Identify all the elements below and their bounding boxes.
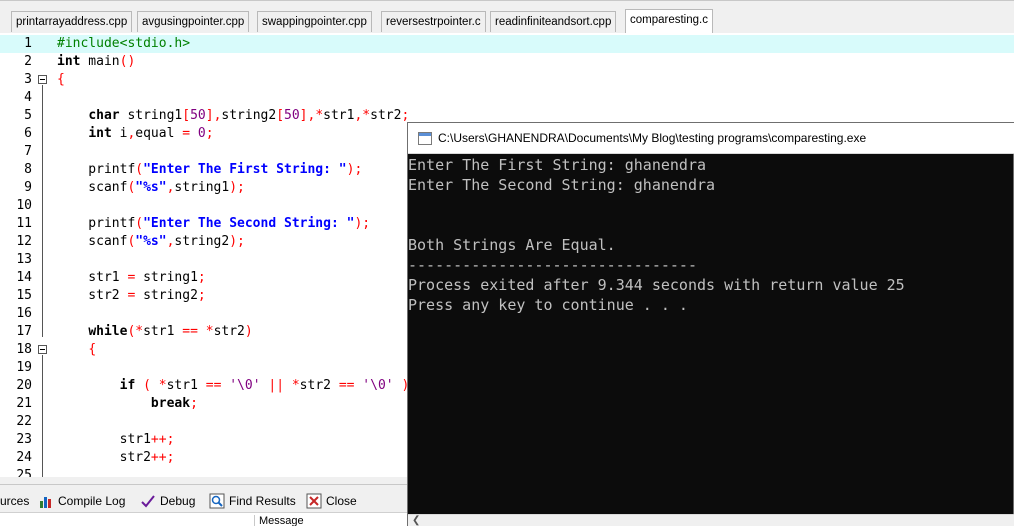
line-number[interactable]: 11 — [0, 215, 32, 233]
console-line: Enter The Second String: ghanendra — [408, 176, 716, 194]
fold-guide-line — [42, 355, 43, 477]
console-app-icon — [418, 132, 432, 145]
code-line[interactable]: 4 — [0, 89, 1014, 107]
fold-guide-line — [42, 85, 43, 337]
line-number[interactable]: 8 — [0, 161, 32, 179]
tab-resources[interactable]: urces — [0, 490, 29, 511]
console-title: C:\Users\GHANENDRA\Documents\My Blog\tes… — [438, 131, 867, 145]
scrollbar-thumb[interactable] — [426, 517, 998, 525]
fold-toggle-icon[interactable] — [38, 75, 47, 84]
code-text[interactable]: int main() — [57, 53, 135, 71]
line-number[interactable]: 6 — [0, 125, 32, 143]
code-text[interactable]: #include<stdio.h> — [57, 35, 190, 53]
line-number[interactable]: 14 — [0, 269, 32, 287]
tab-readinfiniteandsort[interactable]: readinfiniteandsort.cpp — [490, 11, 617, 32]
line-number[interactable]: 21 — [0, 395, 32, 413]
tab-find-results-label: Find Results — [229, 493, 296, 508]
line-number[interactable]: 15 — [0, 287, 32, 305]
tab-compile-log-label: Compile Log — [58, 493, 126, 508]
code-text[interactable]: break; — [57, 395, 198, 413]
line-number[interactable]: 24 — [0, 449, 32, 467]
tab-printarrayaddress[interactable]: printarrayaddress.cpp — [11, 11, 133, 32]
line-number[interactable]: 17 — [0, 323, 32, 341]
tab-avgusingpointer[interactable]: avgusingpointer.cpp — [137, 11, 250, 32]
console-title-bar[interactable]: C:\Users\GHANENDRA\Documents\My Blog\tes… — [408, 123, 1014, 154]
console-output: Enter The First String: ghanendra Enter T… — [408, 155, 1014, 515]
line-number[interactable]: 9 — [0, 179, 32, 197]
code-text[interactable]: int i,equal = 0; — [57, 125, 213, 143]
line-number[interactable]: 22 — [0, 413, 32, 431]
code-line[interactable]: 2 int main() — [0, 53, 1014, 71]
tab-close[interactable]: Close — [306, 490, 357, 511]
line-number[interactable]: 10 — [0, 197, 32, 215]
code-text[interactable]: char string1[50],string2[50],*str1,*str2… — [57, 107, 409, 125]
line-number[interactable]: 25 — [0, 467, 32, 477]
console-horizontal-scrollbar[interactable]: ❮ — [408, 514, 1014, 526]
console-line: -------------------------------- — [408, 256, 697, 274]
code-text[interactable]: { — [57, 71, 65, 89]
code-text[interactable]: str2 = string2; — [57, 287, 205, 305]
code-text[interactable]: printf("Enter The First String: "); — [57, 161, 362, 179]
code-text[interactable]: str1++; — [57, 431, 175, 449]
code-text[interactable]: while(*str1 == *str2) — [57, 323, 252, 341]
tab-debug[interactable]: Debug — [140, 490, 195, 511]
line-number[interactable]: 12 — [0, 233, 32, 251]
line-number[interactable]: 2 — [0, 53, 32, 71]
line-number[interactable]: 1 — [0, 35, 32, 53]
tab-reversestrpointer[interactable]: reversestrpointer.c — [381, 11, 486, 32]
tab-bar-border — [0, 0, 1014, 1]
message-panel-header: Message — [0, 512, 410, 526]
console-line: Press any key to continue . . . — [408, 296, 688, 314]
tab-comparesting[interactable]: comparesting.c — [625, 9, 713, 33]
tab-find-results[interactable]: Find Results — [209, 490, 296, 511]
line-number[interactable]: 4 — [0, 89, 32, 107]
message-column-header[interactable]: Message — [254, 515, 304, 526]
tab-debug-label: Debug — [160, 493, 196, 508]
code-text[interactable]: scanf("%s",string2); — [57, 233, 245, 251]
fold-toggle-icon[interactable] — [38, 345, 47, 354]
scroll-left-arrow-icon[interactable]: ❮ — [412, 515, 420, 526]
line-number[interactable]: 16 — [0, 305, 32, 323]
line-number[interactable]: 18 — [0, 341, 32, 359]
console-window[interactable]: C:\Users\GHANENDRA\Documents\My Blog\tes… — [407, 122, 1014, 526]
debug-check-icon — [141, 494, 155, 507]
find-results-icon — [209, 493, 225, 508]
code-line[interactable]: 3{ — [0, 71, 1014, 89]
line-number[interactable]: 13 — [0, 251, 32, 269]
code-text[interactable]: { — [57, 341, 96, 359]
console-line: Enter The First String: ghanendra — [408, 156, 707, 174]
code-line[interactable]: 1 #include<stdio.h> — [0, 35, 1014, 53]
line-number[interactable]: 20 — [0, 377, 32, 395]
close-icon — [306, 493, 322, 508]
console-line: Process exited after 9.344 seconds with … — [408, 276, 905, 294]
tab-close-label: Close — [326, 493, 357, 508]
line-number[interactable]: 5 — [0, 107, 32, 125]
line-number[interactable]: 7 — [0, 143, 32, 161]
bottom-panel-tabs: urces Compile Log Debug Find Results Clo… — [0, 484, 410, 512]
console-line: Both Strings Are Equal. — [408, 236, 616, 254]
compile-log-icon — [40, 496, 51, 508]
line-number[interactable]: 19 — [0, 359, 32, 377]
tab-compile-log[interactable]: Compile Log — [38, 490, 125, 511]
tab-resources-label: urces — [0, 493, 30, 508]
line-number[interactable]: 23 — [0, 431, 32, 449]
tab-swappingpointer[interactable]: swappingpointer.cpp — [257, 11, 372, 32]
code-text[interactable]: if ( *str1 == '\0' || *str2 == '\0' ) — [57, 377, 410, 395]
code-text[interactable]: scanf("%s",string1); — [57, 179, 245, 197]
code-text[interactable]: printf("Enter The Second String: "); — [57, 215, 370, 233]
code-text[interactable]: str1 = string1; — [57, 269, 205, 287]
code-text[interactable]: str2++; — [57, 449, 175, 467]
editor-tab-bar: printarrayaddress.cpp avgusingpointer.cp… — [0, 0, 1014, 33]
line-number[interactable]: 3 — [0, 71, 32, 89]
